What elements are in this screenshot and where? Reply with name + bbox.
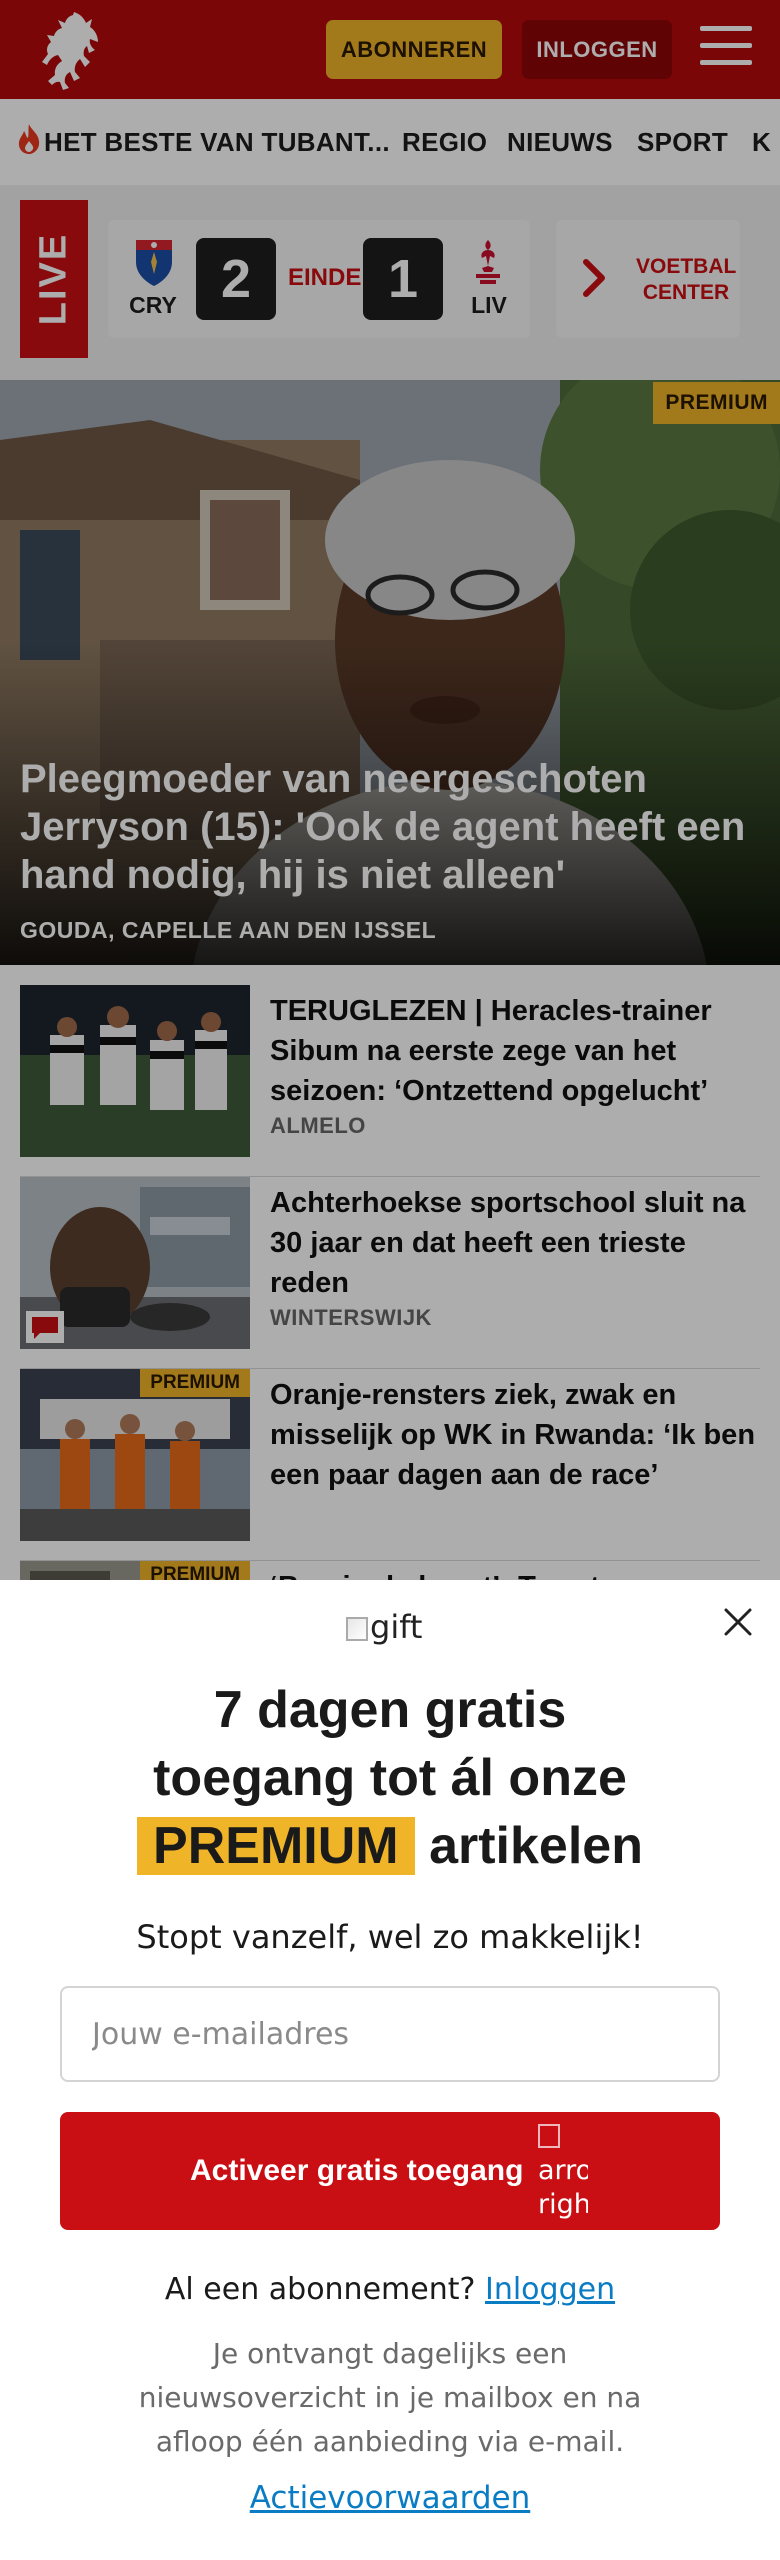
already-text: Al een abonnement? — [164, 2272, 476, 2307]
terms-row: Actievoorwaarden — [0, 2480, 780, 2516]
modal-backdrop[interactable] — [0, 0, 780, 1580]
modal-title: 7 dagen gratis toegang tot ál onze PREMI… — [0, 1676, 780, 1880]
already-subscribed-row: Al een abonnement? Inloggen — [0, 2272, 780, 2307]
modal-info-text: Je ontvangt dagelijks een nieuwsoverzich… — [138, 2337, 642, 2458]
cta-label: Activeer gratis toegang — [190, 2154, 524, 2187]
premium-highlight: PREMIUM — [137, 1817, 415, 1875]
premium-trial-modal: gift 7 dagen gratis toegang tot ál onze … — [0, 1580, 780, 2560]
close-icon[interactable] — [718, 1602, 758, 1642]
email-field[interactable] — [60, 1986, 720, 2082]
arrow-right-icon: arrow right — [538, 2120, 588, 2222]
gift-icon: gift — [346, 1608, 422, 1650]
modal-subtitle: Stopt vanzelf, wel zo makkelijk! — [136, 1918, 644, 1956]
modal-login-link[interactable]: Inloggen — [485, 2272, 615, 2307]
activate-trial-button[interactable]: Activeer gratis toegang arrow right — [60, 2112, 720, 2230]
terms-link[interactable]: Actievoorwaarden — [250, 2480, 531, 2516]
